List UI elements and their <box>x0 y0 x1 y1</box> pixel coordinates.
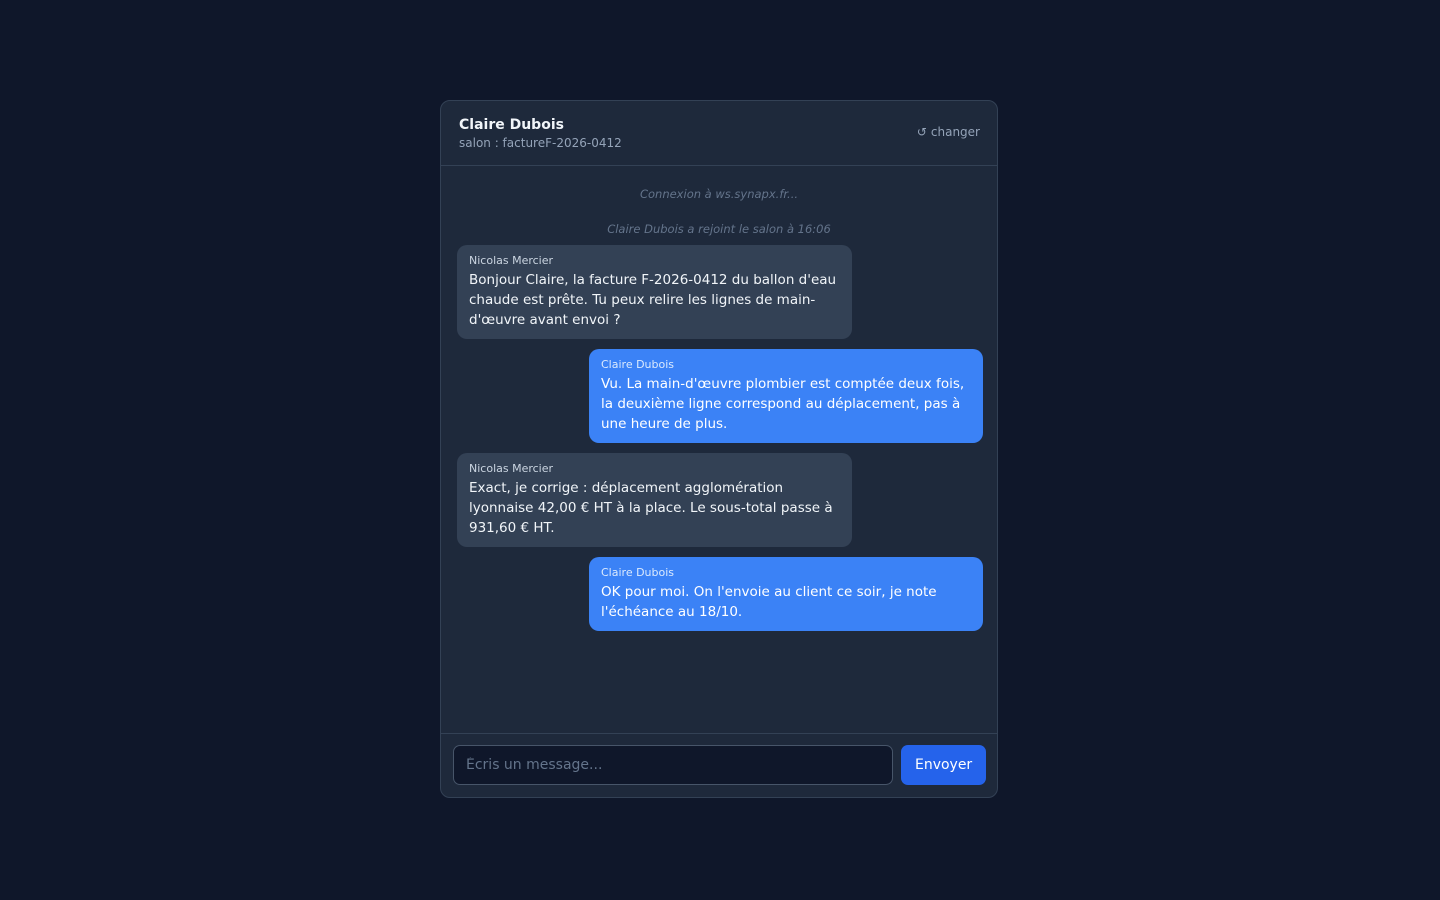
message-text: OK pour moi. On l'envoie au client ce so… <box>601 584 937 620</box>
message-text: Exact, je corrige : déplacement agglomér… <box>469 480 833 536</box>
switch-room-button[interactable]: ↺ changer <box>917 125 980 139</box>
message-text: Vu. La main-d'œuvre plombier est comptée… <box>601 376 965 432</box>
system-message: Claire Dubois a rejoint le salon à 16:06 <box>607 222 831 236</box>
message-text: Bonjour Claire, la facture F-2026-0412 d… <box>469 272 837 328</box>
message-input[interactable] <box>453 745 894 785</box>
message-composer: Envoyer <box>441 733 997 797</box>
message-author: Claire Dubois <box>601 566 675 579</box>
contact-name: Claire Dubois <box>459 117 564 133</box>
message-bubble-outgoing: Claire Dubois Vu. La main-d'œuvre plombi… <box>589 349 983 443</box>
message-bubble-incoming: Nicolas Mercier Bonjour Claire, la factu… <box>457 245 852 339</box>
message-author: Nicolas Mercier <box>469 462 554 475</box>
room-label: salon : factureF-2026-0412 <box>459 136 622 150</box>
send-button[interactable]: Envoyer <box>901 745 986 785</box>
message-list[interactable]: Connexion à ws.synapx.fr... Claire Duboi… <box>441 166 997 734</box>
chat-window: Claire Dubois salon : factureF-2026-0412… <box>440 100 998 798</box>
message-bubble-outgoing: Claire Dubois OK pour moi. On l'envoie a… <box>589 557 983 631</box>
switch-room-label: changer <box>930 125 980 139</box>
message-author: Claire Dubois <box>601 358 675 371</box>
message-bubble-incoming: Nicolas Mercier Exact, je corrige : dépl… <box>457 453 852 547</box>
chat-header: Claire Dubois salon : factureF-2026-0412… <box>441 101 997 166</box>
message-author: Nicolas Mercier <box>469 254 554 267</box>
refresh-icon: ↺ <box>916 125 927 139</box>
system-message: Connexion à ws.synapx.fr... <box>639 187 799 201</box>
